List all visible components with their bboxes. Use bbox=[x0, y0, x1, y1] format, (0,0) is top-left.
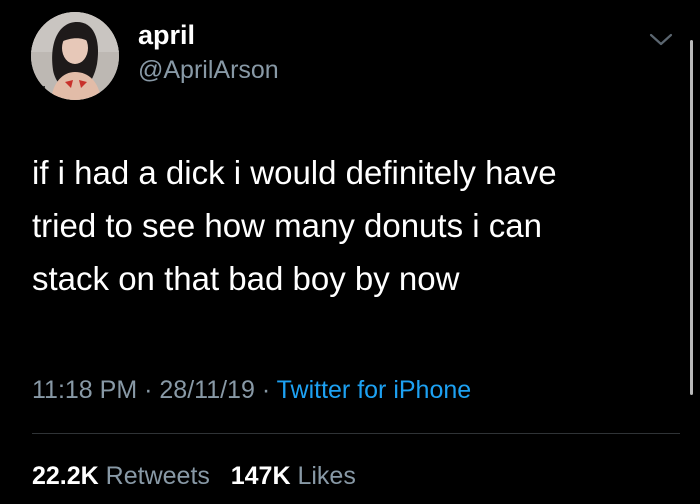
tweet-time[interactable]: 11:18 PM bbox=[32, 376, 137, 404]
likes-count: 147K bbox=[230, 462, 291, 490]
tweet-date[interactable]: 28/11/19 bbox=[159, 376, 254, 404]
tweet-text-line: stack on that bad boy by now bbox=[32, 260, 460, 297]
retweets-label: Retweets bbox=[105, 462, 210, 490]
tweet: april @AprilArson if i had a dick i woul… bbox=[0, 0, 700, 504]
retweets-count: 22.2K bbox=[32, 462, 99, 490]
tweet-text-line: tried to see how many donuts i can bbox=[32, 207, 542, 244]
user-handle[interactable]: @AprilArson bbox=[138, 58, 279, 83]
tweet-source-link[interactable]: Twitter for iPhone bbox=[277, 376, 472, 404]
tweet-text-line: if i had a dick i would definitely have bbox=[32, 154, 557, 191]
tweet-text: if i had a dick i would definitely have … bbox=[32, 146, 672, 305]
retweets-stat[interactable]: 22.2K Retweets bbox=[32, 462, 210, 490]
chevron-down-icon[interactable] bbox=[648, 30, 674, 50]
scrollbar[interactable] bbox=[690, 40, 693, 395]
divider bbox=[32, 433, 680, 434]
profile-photo-image bbox=[31, 12, 119, 100]
likes-label: Likes bbox=[297, 462, 356, 490]
separator-dot: · bbox=[144, 376, 153, 404]
avatar[interactable] bbox=[31, 12, 119, 100]
tweet-metadata: 11:18 PM · 28/11/19 · Twitter for iPhone bbox=[32, 378, 471, 403]
tweet-stats: 22.2K Retweets 147K Likes bbox=[32, 464, 356, 489]
display-name[interactable]: april bbox=[138, 22, 195, 49]
separator-dot: · bbox=[261, 376, 271, 404]
likes-stat[interactable]: 147K Likes bbox=[231, 462, 356, 490]
